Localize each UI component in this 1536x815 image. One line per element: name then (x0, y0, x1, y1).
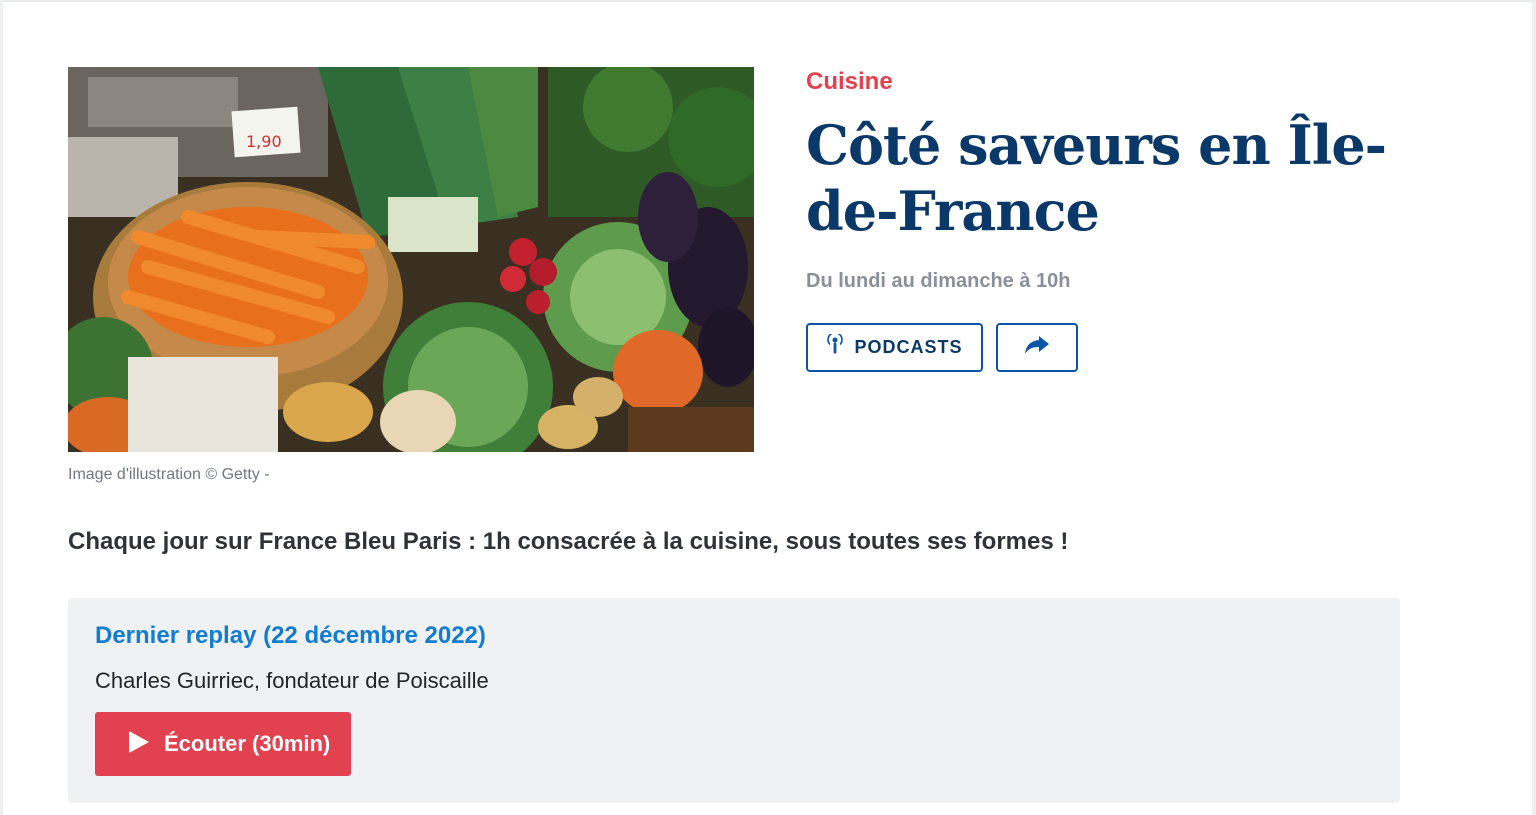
play-icon (128, 730, 150, 759)
latest-replay-card: Dernier replay (22 décembre 2022) Charle… (68, 598, 1400, 803)
show-description: Chaque jour sur France Bleu Paris : 1h c… (68, 528, 1069, 555)
page-title: Côté saveurs en Île-de-France (806, 113, 1387, 243)
listen-button[interactable]: Écouter (30min) (95, 712, 351, 776)
image-caption: Image d'illustration © Getty - (68, 466, 270, 483)
replay-title-link[interactable]: Dernier replay (22 décembre 2022) (95, 622, 486, 650)
listen-button-label: Écouter (30min) (164, 731, 331, 756)
svg-text:1,90: 1,90 (246, 132, 282, 151)
podcasts-button[interactable]: PODCASTS (806, 323, 983, 372)
share-arrow-icon (1024, 335, 1050, 360)
broadcast-schedule: Du lundi au dimanche à 10h (806, 270, 1071, 292)
podcast-icon (826, 331, 844, 361)
share-button[interactable] (996, 323, 1078, 372)
replay-subtitle: Charles Guirriec, fondateur de Poiscaill… (95, 668, 489, 693)
window-left-border (0, 0, 3, 815)
category-link[interactable]: Cuisine (806, 68, 893, 96)
window-right-border (1532, 0, 1536, 815)
show-illustration-image: 1,90 (68, 67, 754, 452)
podcasts-button-label: PODCASTS (854, 337, 963, 357)
window-top-border (0, 0, 1536, 2)
